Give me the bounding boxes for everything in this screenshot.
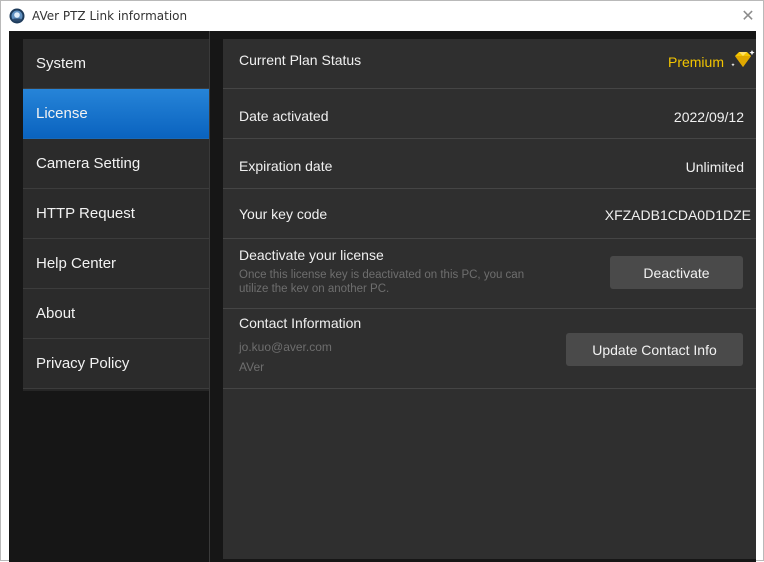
sidebar-item-license[interactable]: License <box>23 89 210 139</box>
date-activated-label: Date activated <box>239 108 329 124</box>
license-panel: Current Plan Status Premium Date activat… <box>223 39 756 559</box>
sidebar-item-about[interactable]: About <box>23 289 210 339</box>
app-logo-icon <box>9 8 25 24</box>
contact-email: jo.kuo@aver.com <box>239 340 332 354</box>
sidebar-item-label: Help Center <box>36 255 117 272</box>
key-code-label: Your key code <box>239 206 328 222</box>
app-window: AVer PTZ Link information ✕ System Licen… <box>0 0 764 562</box>
diamond-icon <box>731 50 755 67</box>
date-activated-row: Date activated 2022/09/12 <box>223 89 756 139</box>
sidebar-item-label: Privacy Policy <box>36 355 130 372</box>
sidebar-item-system[interactable]: System <box>23 39 210 89</box>
window-title: AVer PTZ Link information <box>32 9 188 23</box>
date-activated-value: 2022/09/12 <box>673 109 744 125</box>
expiration-value: Unlimited <box>685 159 744 175</box>
close-button[interactable]: ✕ <box>737 5 759 27</box>
expiration-label: Expiration date <box>239 158 333 174</box>
plan-status-row: Current Plan Status Premium <box>223 39 756 89</box>
key-code-value: XFZADB1CDA0D1DZE <box>604 207 751 223</box>
title-bar[interactable]: AVer PTZ Link information ✕ <box>1 1 763 31</box>
sidebar-item-http-request[interactable]: HTTP Request <box>23 189 210 239</box>
deactivate-description-line2: utilize the kev on another PC. <box>239 283 390 295</box>
contact-title: Contact Information <box>239 315 362 331</box>
sidebar-item-label: Camera Setting <box>36 155 141 172</box>
sidebar-item-help-center[interactable]: Help Center <box>23 239 210 289</box>
key-code-row: Your key code XFZADB1CDA0D1DZE <box>223 189 756 239</box>
sidebar: System License Camera Setting HTTP Reque… <box>23 39 210 391</box>
deactivate-description: Once this license key is deactivated on … <box>239 269 525 281</box>
sidebar-item-label: About <box>36 305 76 322</box>
plan-status-value: Premium <box>667 54 724 70</box>
contact-row: Contact Information jo.kuo@aver.com AVer… <box>223 309 756 389</box>
deactivate-button[interactable]: Deactivate <box>610 256 743 289</box>
contact-company: AVer <box>239 360 265 374</box>
client-area: System License Camera Setting HTTP Reque… <box>9 31 756 562</box>
sidebar-item-label: License <box>36 105 88 122</box>
sidebar-item-label: HTTP Request <box>36 205 135 222</box>
close-icon: ✕ <box>741 8 755 25</box>
sidebar-item-camera-setting[interactable]: Camera Setting <box>23 139 210 189</box>
update-contact-info-button[interactable]: Update Contact Info <box>566 333 743 366</box>
expiration-row: Expiration date Unlimited <box>223 139 756 189</box>
plan-status-label: Current Plan Status <box>239 52 362 68</box>
sidebar-item-label: System <box>36 55 87 72</box>
sidebar-item-privacy-policy[interactable]: Privacy Policy <box>23 339 210 389</box>
deactivate-row: Deactivate your license Once this licens… <box>223 239 756 309</box>
deactivate-title: Deactivate your license <box>239 247 384 263</box>
sidebar-divider <box>209 31 210 562</box>
